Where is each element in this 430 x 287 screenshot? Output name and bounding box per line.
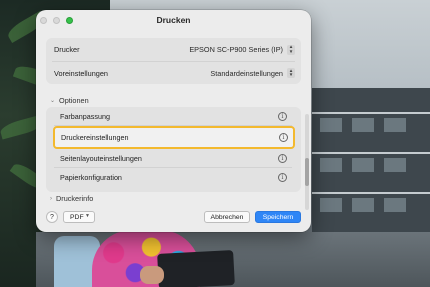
printer-info-section-toggle[interactable]: › Druckerinfo	[50, 194, 93, 203]
options-list: Farbanpassung i Druckereinstellungen i S…	[46, 107, 301, 192]
printer-label: Drucker	[54, 45, 80, 54]
hand	[140, 266, 164, 284]
printer-row[interactable]: Drucker EPSON SC-P900 Series (IP) ▲ ▼	[46, 38, 301, 61]
printer-stepper-icon[interactable]: ▲ ▼	[287, 44, 295, 55]
presets-label: Voreinstellungen	[54, 68, 108, 78]
presets-row[interactable]: Voreinstellungen Standardeinstellungen ▲…	[52, 61, 295, 84]
pdf-menu-button[interactable]: PDF ▼	[63, 211, 95, 223]
chevron-down-icon: ▼	[288, 48, 294, 54]
option-label: Farbanpassung	[60, 111, 110, 121]
chevron-down-icon: ⌄	[50, 98, 56, 104]
dialog-title: Drucken	[156, 15, 191, 25]
print-dialog: Drucken Drucker EPSON SC-P900 Series (IP…	[36, 10, 311, 232]
chevron-down-icon: ▼	[85, 213, 90, 219]
presets-stepper-icon[interactable]: ▲ ▼	[287, 68, 295, 78]
presets-select[interactable]: Standardeinstellungen	[210, 69, 283, 78]
cancel-button[interactable]: Abbrechen	[204, 211, 250, 223]
option-farbanpassung[interactable]: Farbanpassung i	[54, 107, 292, 126]
info-icon[interactable]: i	[279, 133, 288, 142]
options-section-label: Optionen	[59, 96, 89, 105]
printer-select[interactable]: EPSON SC-P900 Series (IP)	[189, 45, 283, 54]
option-label: Papierkonfiguration	[60, 173, 122, 182]
chevron-down-icon: ▼	[288, 72, 294, 77]
tablet	[157, 250, 235, 287]
pdf-label: PDF	[70, 213, 84, 221]
help-button[interactable]: ?	[46, 211, 58, 223]
printer-settings-group: Drucker EPSON SC-P900 Series (IP) ▲ ▼ Vo…	[46, 38, 301, 84]
option-papierkonfiguration[interactable]: Papierkonfiguration i	[54, 168, 292, 187]
chevron-right-icon: ›	[50, 195, 52, 202]
info-icon[interactable]: i	[278, 111, 287, 121]
option-druckereinstellungen[interactable]: Druckereinstellungen i	[53, 126, 295, 149]
info-icon[interactable]: i	[278, 173, 287, 182]
scrollbar[interactable]	[305, 114, 309, 210]
scrollbar-thumb[interactable]	[305, 158, 309, 186]
info-icon[interactable]: i	[278, 153, 287, 163]
options-section-toggle[interactable]: ⌄ Optionen	[50, 96, 89, 105]
title-bar: Drucken	[36, 10, 311, 32]
save-button[interactable]: Speichern	[255, 211, 301, 223]
option-label: Druckereinstellungen	[61, 133, 129, 142]
printer-info-section-label: Druckerinfo	[56, 194, 94, 203]
dialog-footer: ? PDF ▼ Abbrechen Speichern	[36, 206, 311, 232]
option-seitenlayouteinstellungen[interactable]: Seitenlayouteinstellungen i	[54, 149, 292, 168]
option-label: Seitenlayouteinstellungen	[60, 153, 142, 163]
